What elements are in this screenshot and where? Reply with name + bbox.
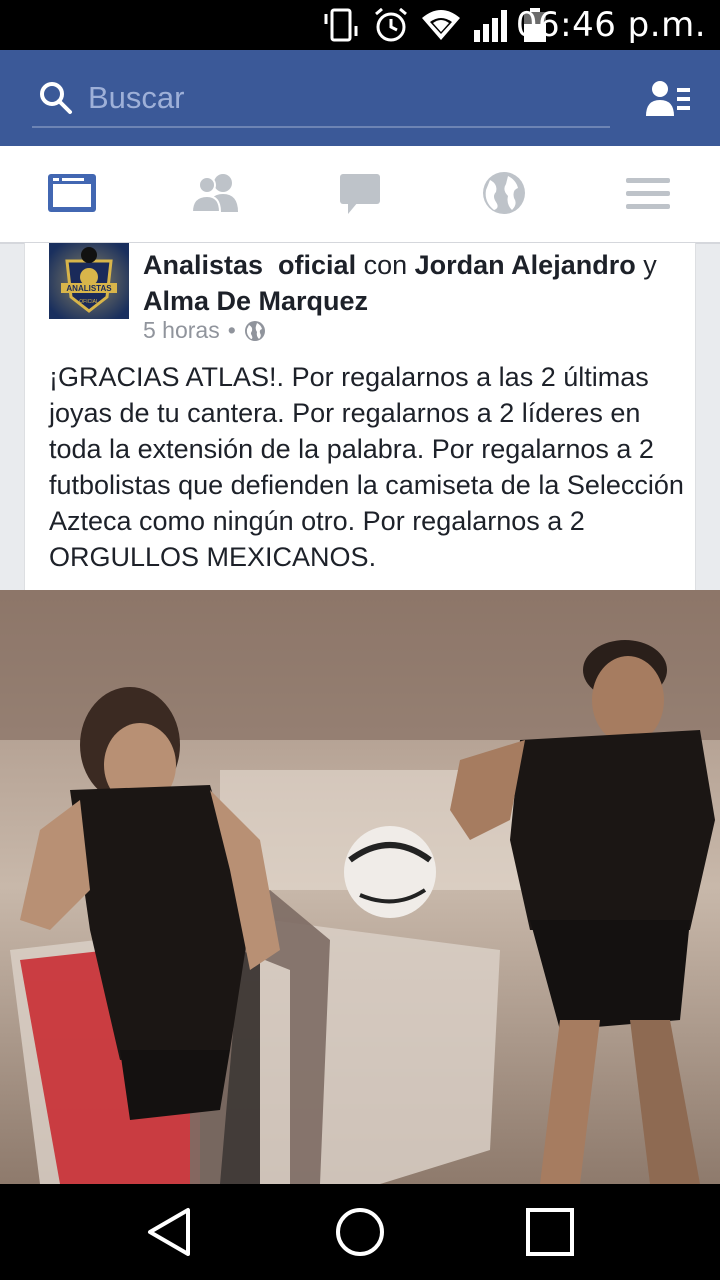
alarm-icon	[375, 8, 407, 42]
wifi-icon	[422, 10, 460, 40]
recents-icon[interactable]	[524, 1206, 576, 1258]
meta-separator: •	[227, 317, 236, 343]
post-header: Analistas oficial con Jordan Alejandro y…	[143, 247, 683, 319]
post-photo[interactable]	[0, 590, 720, 1184]
search-bar[interactable]	[32, 76, 610, 128]
audience-globe-icon	[244, 320, 265, 341]
status-bar: 06:46 p.m.	[0, 0, 720, 50]
back-icon[interactable]	[144, 1206, 196, 1258]
search-icon[interactable]	[38, 80, 74, 116]
post-time[interactable]: 5 horas	[143, 317, 220, 344]
search-header	[0, 50, 720, 146]
clock-time: 06:46 p.m.	[515, 5, 706, 45]
soccer-ball	[344, 826, 436, 918]
menu-icon[interactable]	[622, 170, 674, 216]
search-input[interactable]	[88, 78, 588, 118]
and-word: y	[643, 250, 657, 280]
vibrate-icon	[324, 8, 358, 42]
author-name[interactable]: Analistas oficial	[143, 250, 356, 280]
tagged-person-2[interactable]: Alma De Marquez	[143, 286, 368, 316]
avatar-logo-subtext: OFICIAL	[79, 299, 99, 305]
system-nav-bar	[0, 1184, 720, 1280]
home-icon[interactable]	[334, 1206, 386, 1258]
tagged-person-1[interactable]: Jordan Alejandro	[415, 250, 636, 280]
avatar[interactable]: ANALISTAS OFICIAL	[49, 243, 129, 319]
with-word: con	[363, 250, 408, 280]
news-feed-icon[interactable]	[46, 170, 98, 216]
messages-icon[interactable]	[334, 170, 386, 216]
tab-bar	[0, 146, 720, 244]
avatar-logo-text: ANALISTAS	[66, 284, 112, 293]
globe-icon[interactable]	[478, 170, 530, 216]
post-card: ANALISTAS OFICIAL Analistas oficial con …	[24, 243, 696, 590]
post-text: ¡GRACIAS ATLAS!. Por regalarnos a las 2 …	[49, 362, 684, 572]
post-meta: 5 horas •	[143, 317, 266, 344]
friends-icon[interactable]	[190, 170, 242, 216]
contacts-icon[interactable]	[646, 78, 690, 118]
signal-icon	[474, 10, 507, 42]
